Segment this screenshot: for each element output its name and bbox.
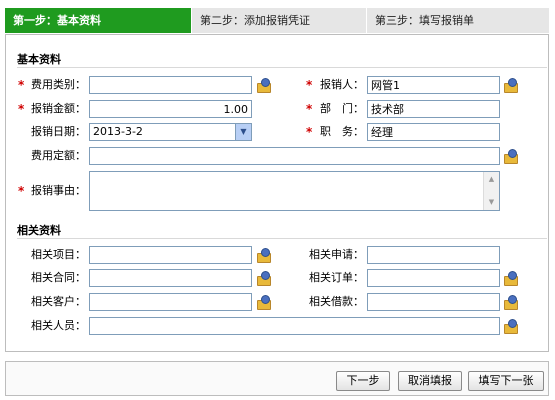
project-label: 相关项目： <box>31 248 86 261</box>
lookup-icon[interactable] <box>503 295 519 310</box>
loan-label: 相关借款： <box>309 295 364 308</box>
project-input[interactable] <box>89 246 252 264</box>
order-label: 相关订单： <box>309 271 364 284</box>
date-value: 2013-3-2 <box>93 125 143 138</box>
cancel-claim-button[interactable]: 取消填报 <box>398 371 462 391</box>
customer-input[interactable] <box>89 293 252 311</box>
person-input[interactable] <box>89 317 500 335</box>
scroll-down-icon[interactable]: ▼ <box>485 196 498 209</box>
required-mark: * <box>18 78 25 92</box>
next-step-button[interactable]: 下一步 <box>336 371 390 391</box>
fee-type-label: 费用类别： <box>31 78 86 91</box>
fee-type-input[interactable] <box>89 76 252 94</box>
claimant-label: 报销人： <box>320 78 364 91</box>
required-mark: * <box>18 184 25 198</box>
section-title-basic: 基本资料 <box>17 53 61 66</box>
position-label: 职 务： <box>320 125 364 138</box>
lookup-icon[interactable] <box>256 248 272 263</box>
department-label: 部 门： <box>320 102 364 115</box>
lookup-icon[interactable] <box>503 271 519 286</box>
customer-label: 相关客户： <box>31 295 86 308</box>
lookup-icon[interactable] <box>503 78 519 93</box>
position-input[interactable] <box>367 123 500 141</box>
lookup-icon[interactable] <box>503 319 519 334</box>
wizard-steps: 第一步：基本资料 第二步：添加报销凭证 第三步：填写报销单 <box>5 8 549 33</box>
request-label: 相关申请： <box>309 248 364 261</box>
lookup-icon[interactable] <box>256 295 272 310</box>
reason-textarea[interactable]: ▲ ▼ <box>89 171 500 211</box>
contract-input[interactable] <box>89 269 252 287</box>
required-mark: * <box>18 102 25 116</box>
step-fill-claim[interactable]: 第三步：填写报销单 <box>366 8 549 33</box>
lookup-icon[interactable] <box>256 78 272 93</box>
action-bar: 下一步 取消填报 填写下一张 <box>5 361 549 396</box>
date-select[interactable]: 2013-3-2 ▼ <box>89 123 252 141</box>
section-title-related: 相关资料 <box>17 224 61 237</box>
person-label: 相关人员： <box>31 319 86 332</box>
amount-input[interactable] <box>89 100 252 118</box>
step-basic-info[interactable]: 第一步：基本资料 <box>5 8 191 33</box>
step-add-vouchers[interactable]: 第二步：添加报销凭证 <box>191 8 366 33</box>
lookup-icon[interactable] <box>503 149 519 164</box>
section-divider <box>17 67 547 68</box>
claim-form: 基本资料 * 费用类别： * 报销人： * 报销金额： * 部 门： 报销日期：… <box>5 34 549 352</box>
contract-label: 相关合同： <box>31 271 86 284</box>
date-label: 报销日期： <box>31 125 86 138</box>
quota-label: 费用定额： <box>31 149 86 162</box>
section-divider <box>17 238 547 239</box>
claimant-input[interactable] <box>367 76 500 94</box>
quota-input[interactable] <box>89 147 500 165</box>
order-input[interactable] <box>367 269 500 287</box>
reason-label: 报销事由： <box>31 184 86 197</box>
fill-next-button[interactable]: 填写下一张 <box>468 371 544 391</box>
amount-label: 报销金额： <box>31 102 86 115</box>
request-input[interactable] <box>367 246 500 264</box>
textarea-scrollbar[interactable]: ▲ ▼ <box>483 172 499 210</box>
department-input[interactable] <box>367 100 500 118</box>
scroll-up-icon[interactable]: ▲ <box>485 173 498 186</box>
lookup-icon[interactable] <box>256 271 272 286</box>
loan-input[interactable] <box>367 293 500 311</box>
chevron-down-icon[interactable]: ▼ <box>235 124 251 140</box>
